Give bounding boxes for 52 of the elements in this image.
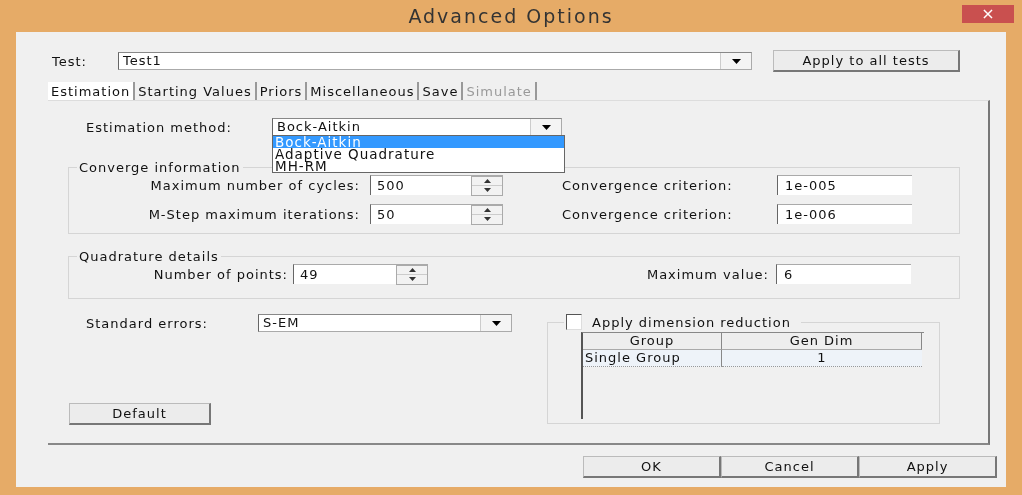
estimation-method-label: Estimation method: [86,119,233,135]
field-label: Maximum value: [645,266,770,282]
tab[interactable]: Save [419,82,464,100]
dropdown-option[interactable]: MH-RM [273,160,564,172]
field-label: M-Step maximum iterations: [147,206,361,222]
estimation-method-dropdown[interactable]: Bock-Aitkin [272,118,562,136]
tab[interactable]: Starting Values [135,82,257,100]
apply-to-all-button[interactable]: Apply to all tests [773,50,960,72]
dropdown-option[interactable]: Adaptive Quadrature [273,148,564,160]
spin-field[interactable]: 50 [370,204,503,224]
spin-field[interactable]: 49 [293,264,428,284]
tab[interactable]: Priors [256,82,308,100]
up-arrow-icon [408,267,416,272]
field-label: Convergence criterion: [562,206,734,222]
dropdown-arrow-icon [731,58,741,64]
close-button[interactable]: × [962,5,1014,23]
up-arrow-icon [483,207,491,212]
up-arrow-icon [483,178,491,183]
checkbox[interactable] [566,314,582,330]
dialog-button[interactable]: OK [583,456,721,478]
column-header: Gen Dim [722,333,922,350]
tab[interactable]: Miscellaneous [307,82,420,100]
field-label: Maximum number of cycles: [149,177,361,193]
standard-errors-label: Standard errors: [86,315,209,331]
down-arrow-icon [408,277,416,282]
down-arrow-icon [483,217,491,222]
standard-errors-dropdown[interactable]: S-EM [258,314,512,332]
column-header: Group [583,333,722,350]
table-cell: 1 [722,350,922,367]
field-label: Number of points: [152,266,289,282]
dropdown-arrow-icon [541,124,551,130]
spin-down-button[interactable] [472,214,502,224]
checkbox-label: Apply dimension reduction [592,314,791,330]
spin-field[interactable]: 500 [370,175,503,195]
input-field[interactable]: 1e-005 [777,175,912,195]
default-button[interactable]: Default [69,403,211,425]
dialog-button[interactable]: Cancel [721,456,859,478]
input-field[interactable]: 1e-006 [777,204,912,224]
test-label: Test: [52,53,88,69]
test-dropdown[interactable]: Test1 [118,52,752,70]
group-title: Quadrature details [78,249,220,264]
dialog-button[interactable]: Apply [859,456,997,478]
table-cell: Single Group [583,350,722,367]
window-title: Advanced Options [408,5,614,27]
dropdown-arrow-icon [491,320,501,326]
tab[interactable]: Estimation [48,82,136,100]
down-arrow-icon [483,188,491,193]
group-title: Converge information [78,160,242,175]
spin-down-button[interactable] [472,185,502,195]
input-field[interactable]: 6 [776,264,911,284]
spin-down-button[interactable] [397,274,427,284]
field-label: Convergence criterion: [562,177,734,193]
